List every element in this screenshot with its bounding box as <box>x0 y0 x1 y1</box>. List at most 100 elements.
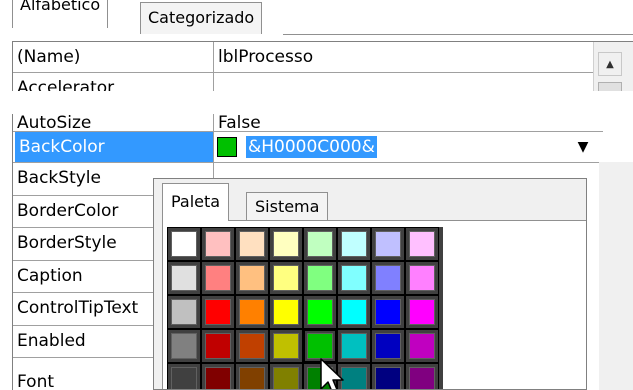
property-name[interactable]: Accelerator <box>13 73 213 91</box>
tab-categorizado[interactable]: Categorizado <box>140 2 263 34</box>
color-swatch <box>307 231 333 257</box>
palette-cell[interactable] <box>235 329 269 363</box>
palette-tab-paleta[interactable]: Paleta <box>162 183 230 221</box>
color-swatch <box>239 367 265 389</box>
color-swatch <box>273 367 299 389</box>
color-swatch <box>307 333 333 359</box>
color-swatch <box>341 265 367 291</box>
palette-cell[interactable] <box>337 261 371 295</box>
palette-cell[interactable] <box>405 363 439 389</box>
palette-cell[interactable] <box>235 363 269 389</box>
palette-cell[interactable] <box>303 227 337 261</box>
color-swatch <box>375 231 401 257</box>
palette-cell[interactable] <box>167 261 201 295</box>
palette-cell[interactable] <box>167 363 201 389</box>
color-swatch <box>273 299 299 325</box>
color-swatch <box>409 265 435 291</box>
dropdown-button[interactable]: ▼ <box>570 134 596 160</box>
palette-cell[interactable] <box>269 227 303 261</box>
scroll-thumb[interactable] <box>598 82 622 91</box>
palette-cell[interactable] <box>405 227 439 261</box>
color-swatch <box>171 231 197 257</box>
palette-cell[interactable] <box>167 227 201 261</box>
color-picker-popup: Paleta Sistema <box>153 178 587 390</box>
color-swatch <box>171 299 197 325</box>
color-swatch <box>375 265 401 291</box>
color-swatch <box>409 333 435 359</box>
color-swatch <box>217 137 237 157</box>
color-swatch <box>171 333 197 359</box>
palette-cell[interactable] <box>371 295 405 329</box>
color-swatch <box>375 299 401 325</box>
palette-cell[interactable] <box>235 295 269 329</box>
color-swatch <box>375 333 401 359</box>
palette-cell[interactable] <box>371 261 405 295</box>
color-swatch <box>239 299 265 325</box>
color-swatch <box>239 231 265 257</box>
palette-cell[interactable] <box>201 363 235 389</box>
property-value[interactable]: lblProcesso <box>214 42 584 72</box>
color-swatch <box>307 299 333 325</box>
color-swatch <box>341 231 367 257</box>
color-swatch <box>273 265 299 291</box>
palette-cell[interactable] <box>269 261 303 295</box>
palette-cell[interactable] <box>235 227 269 261</box>
palette-cell[interactable] <box>201 329 235 363</box>
palette-cell[interactable] <box>201 261 235 295</box>
palette-cell[interactable] <box>405 329 439 363</box>
color-swatch <box>171 265 197 291</box>
color-swatch <box>205 231 231 257</box>
color-swatch <box>205 333 231 359</box>
palette-cell[interactable] <box>201 295 235 329</box>
properties-grid-top: (Name) lblProcesso Accelerator ▲ <box>12 41 633 91</box>
color-swatch <box>205 265 231 291</box>
vertical-scrollbar[interactable]: ▲ <box>593 42 633 91</box>
scroll-up-icon: ▲ <box>606 58 614 70</box>
palette-cell[interactable] <box>371 227 405 261</box>
palette-cell[interactable] <box>303 295 337 329</box>
color-swatch-grid <box>167 227 443 389</box>
backcolor-value-text[interactable]: &H0000C000& <box>246 136 377 158</box>
tab-strip-baseline <box>283 34 633 35</box>
dropdown-arrow-icon: ▼ <box>577 139 589 155</box>
palette-cell[interactable] <box>303 261 337 295</box>
palette-cell[interactable] <box>269 363 303 389</box>
color-swatch <box>239 265 265 291</box>
color-swatch <box>341 299 367 325</box>
vertical-scrollbar-track[interactable] <box>599 162 633 390</box>
color-swatch <box>341 333 367 359</box>
property-name[interactable]: ControlTipText <box>13 293 139 323</box>
color-swatch <box>171 367 197 389</box>
palette-cell[interactable] <box>167 329 201 363</box>
palette-cell[interactable] <box>371 329 405 363</box>
color-swatch <box>205 299 231 325</box>
tab-alfabetico[interactable]: Alfabético <box>12 0 109 28</box>
palette-cell[interactable] <box>269 329 303 363</box>
color-swatch <box>375 367 401 389</box>
color-swatch <box>409 367 435 389</box>
palette-cell[interactable] <box>371 363 405 389</box>
palette-cell[interactable] <box>337 227 371 261</box>
color-swatch <box>273 333 299 359</box>
color-swatch <box>205 367 231 389</box>
property-name-selected[interactable]: BackColor <box>15 132 213 162</box>
color-swatch <box>409 231 435 257</box>
palette-cell[interactable] <box>337 295 371 329</box>
palette-cell[interactable] <box>235 261 269 295</box>
palette-cell[interactable] <box>269 295 303 329</box>
backcolor-value-editor[interactable]: &H0000C000& ▼ <box>214 132 599 162</box>
scroll-up-button[interactable]: ▲ <box>598 52 622 76</box>
color-swatch <box>239 333 265 359</box>
palette-tab-sistema[interactable]: Sistema <box>246 192 329 221</box>
palette-cell[interactable] <box>405 295 439 329</box>
mouse-pointer-icon <box>320 358 344 389</box>
color-swatch <box>273 231 299 257</box>
tab-strip: Alfabético Categorizado <box>0 0 633 36</box>
property-name[interactable]: (Name) <box>13 42 213 72</box>
color-swatch <box>307 265 333 291</box>
color-swatch <box>409 299 435 325</box>
palette-cell[interactable] <box>167 295 201 329</box>
palette-cell[interactable] <box>201 227 235 261</box>
palette-cell[interactable] <box>405 261 439 295</box>
palette-panel <box>162 220 586 389</box>
